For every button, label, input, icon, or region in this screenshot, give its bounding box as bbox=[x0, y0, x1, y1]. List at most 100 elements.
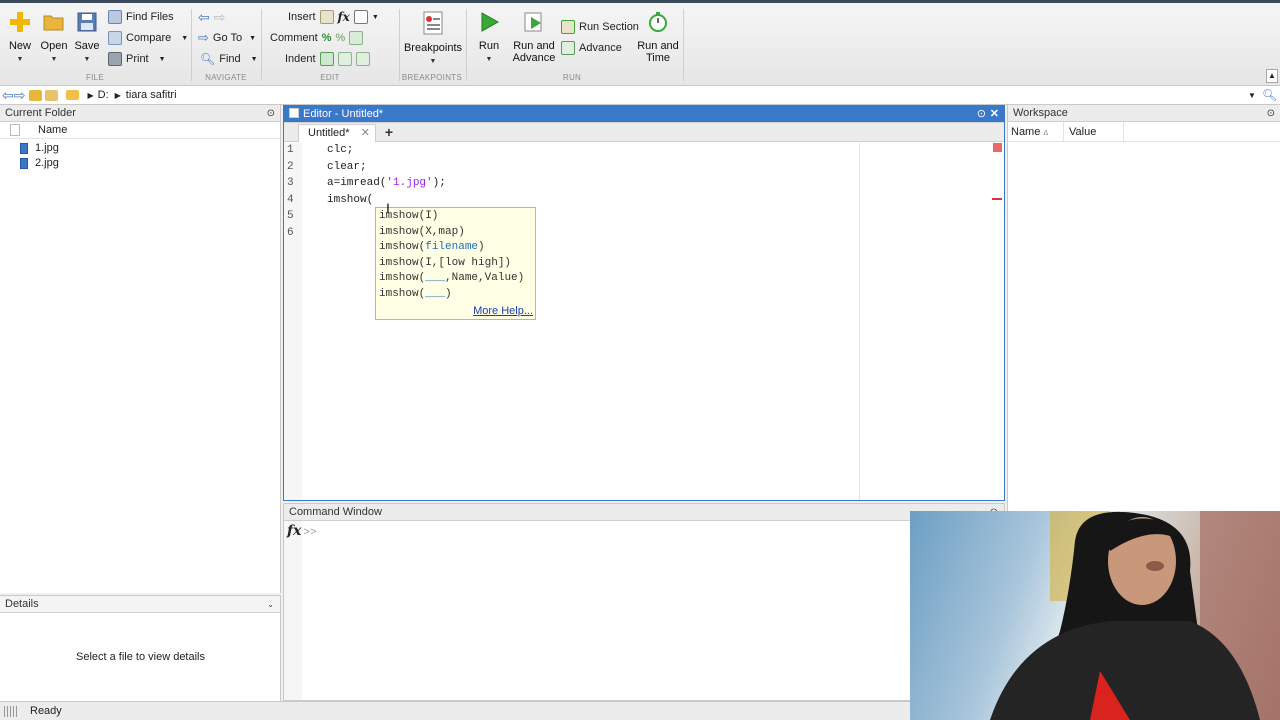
code-line[interactable]: 6 bbox=[284, 227, 844, 243]
print-button[interactable]: Print ▼ bbox=[108, 50, 166, 68]
status-bar: Ready bbox=[0, 701, 910, 720]
presenter-image bbox=[990, 511, 1280, 720]
run-section-icon bbox=[561, 20, 575, 34]
close-icon[interactable]: ✕ bbox=[990, 106, 999, 123]
suggestion-item[interactable]: imshow(filename) bbox=[376, 240, 535, 256]
open-label: Open bbox=[40, 40, 68, 52]
line-number: 4 bbox=[287, 193, 294, 206]
run-and-advance-label-2: Advance bbox=[512, 52, 556, 64]
suggestion-text: imshow( bbox=[379, 241, 426, 254]
code-line[interactable]: 4 imshow( bbox=[284, 194, 844, 210]
collapse-toolstrip-icon[interactable]: ▲ bbox=[1266, 69, 1278, 83]
name-column-header[interactable]: Name ᐃ bbox=[1011, 126, 1048, 138]
insert-label: Insert bbox=[288, 11, 316, 23]
details-message: Select a file to view details bbox=[75, 651, 205, 663]
new-label: New bbox=[8, 40, 31, 52]
run-and-time-button[interactable]: Run and Time bbox=[636, 11, 680, 64]
current-folder-title: Current Folder bbox=[5, 107, 76, 119]
line-number: 3 bbox=[287, 177, 294, 189]
back-icon[interactable]: ⇦ bbox=[2, 87, 14, 104]
panel-actions-icon[interactable]: ⊙ bbox=[977, 106, 986, 123]
chevron-down-icon: ▼ bbox=[249, 34, 256, 42]
section-run: RUN bbox=[562, 73, 582, 82]
find-button[interactable]: 🔍︎ Find ▼ bbox=[200, 50, 258, 68]
forward-icon[interactable]: ⇨ bbox=[14, 87, 26, 104]
indent-button[interactable]: Indent bbox=[285, 50, 370, 68]
comment-button[interactable]: Comment%% bbox=[270, 29, 364, 47]
chevron-down-icon[interactable]: ⌄ bbox=[267, 596, 274, 613]
run-and-time-label-2: Time bbox=[645, 52, 671, 64]
panel-actions-icon[interactable]: ⊙ bbox=[267, 105, 275, 122]
code-line[interactable]: 3 a=imread('1.jpg'); bbox=[284, 177, 844, 193]
code-line[interactable]: 5 bbox=[284, 210, 844, 226]
editor-title-bar: Editor - Untitled* ⊙ ✕ bbox=[284, 106, 1004, 123]
more-help-link[interactable]: More Help... bbox=[473, 305, 533, 317]
new-tab-button[interactable]: + bbox=[379, 124, 399, 142]
run-section-button[interactable]: Run Section bbox=[561, 18, 639, 36]
printer-icon bbox=[108, 52, 122, 66]
panel-actions-icon[interactable]: ⊙ bbox=[1267, 105, 1275, 122]
compare-button[interactable]: Compare ▼ bbox=[108, 29, 188, 47]
run-and-time-label-1: Run and bbox=[637, 40, 679, 52]
tab-untitled[interactable]: Untitled* ✕ bbox=[298, 124, 376, 142]
percent-icon: % bbox=[321, 32, 332, 44]
arrow-left-icon: ⇦ bbox=[198, 8, 210, 25]
list-item[interactable]: 1.jpg bbox=[0, 141, 280, 156]
section-file: FILE bbox=[85, 73, 105, 82]
section-breakpoints: BREAKPOINTS bbox=[401, 73, 463, 82]
arrow-right-icon: ⇨ bbox=[213, 8, 226, 25]
indent-label: Indent bbox=[285, 53, 316, 65]
path-dropdown-icon[interactable]: ▼ bbox=[1248, 91, 1256, 100]
code-token: a=imread( bbox=[327, 177, 387, 189]
address-bar: ⇦ ⇨ ▶ D: ▶ tiara safitri ▼ 🔍︎ bbox=[0, 86, 1280, 105]
new-button[interactable]: New ▼ bbox=[6, 11, 34, 66]
path-folder[interactable]: tiara safitri bbox=[126, 89, 177, 101]
go-to-button[interactable]: ⇨ Go To ▼ bbox=[198, 29, 256, 47]
list-item[interactable]: 2.jpg bbox=[0, 156, 280, 171]
insert-button[interactable]: Insert fx ▼ bbox=[288, 8, 379, 26]
section-divider bbox=[191, 9, 192, 81]
line-number: 5 bbox=[287, 210, 294, 222]
browse-folder-icon[interactable] bbox=[45, 89, 59, 101]
open-button[interactable]: Open ▼ bbox=[39, 11, 69, 66]
webcam-overlay bbox=[910, 511, 1280, 720]
suggestion-item[interactable]: imshow(I,[low high]) bbox=[376, 256, 535, 272]
compare-icon bbox=[108, 31, 122, 45]
up-folder-icon[interactable] bbox=[29, 89, 43, 101]
path-arrow-icon: ▶ bbox=[114, 90, 121, 100]
tab-label: Untitled* bbox=[308, 127, 350, 139]
run-button[interactable]: Run ▼ bbox=[474, 11, 504, 66]
suggestion-arg: ___ bbox=[425, 287, 446, 300]
code-line[interactable]: 2 clear; bbox=[284, 161, 844, 177]
save-button[interactable]: Save ▼ bbox=[73, 11, 101, 66]
advance-button[interactable]: Advance bbox=[561, 39, 622, 57]
section-navigate: NAVIGATE bbox=[205, 73, 247, 82]
tab-close-icon[interactable]: ✕ bbox=[361, 125, 370, 141]
file-name: 1.jpg bbox=[35, 142, 59, 154]
back-forward-buttons[interactable]: ⇦ ⇨ bbox=[198, 8, 225, 26]
code-token: ); bbox=[432, 177, 446, 189]
code-line[interactable]: 1 clc; bbox=[284, 144, 844, 160]
value-column-header[interactable]: Value bbox=[1069, 126, 1096, 138]
floppy-disk-icon bbox=[77, 12, 97, 32]
suggestion-item[interactable]: imshow(___,Name,Value) bbox=[376, 271, 535, 287]
path-drive[interactable]: D: bbox=[98, 89, 109, 101]
magnifier-icon: 🔍︎ bbox=[200, 52, 216, 66]
search-icon[interactable]: 🔍︎ bbox=[1262, 88, 1277, 102]
command-prompt[interactable]: fx >> bbox=[287, 523, 317, 539]
error-marker[interactable] bbox=[992, 198, 1002, 200]
section-edit: EDIT bbox=[320, 73, 340, 82]
suggestion-item[interactable]: imshow(___) bbox=[376, 287, 535, 303]
suggestion-item[interactable]: imshow(X,map) bbox=[376, 225, 535, 241]
name-column-label: Name bbox=[1011, 126, 1041, 138]
name-column-header[interactable]: Name bbox=[38, 124, 67, 136]
find-files-button[interactable]: Find Files bbox=[108, 8, 174, 26]
command-gutter bbox=[284, 521, 302, 700]
increase-indent-icon bbox=[337, 52, 352, 66]
error-indicator[interactable] bbox=[993, 143, 1002, 152]
suggestion-item[interactable]: imshow(I) bbox=[376, 209, 535, 225]
path-arrow-icon: ▶ bbox=[87, 90, 94, 100]
breakpoints-button[interactable]: Breakpoints ▼ bbox=[403, 11, 463, 68]
fx-icon[interactable]: fx bbox=[287, 523, 301, 539]
run-and-advance-button[interactable]: Run and Advance bbox=[512, 11, 556, 64]
